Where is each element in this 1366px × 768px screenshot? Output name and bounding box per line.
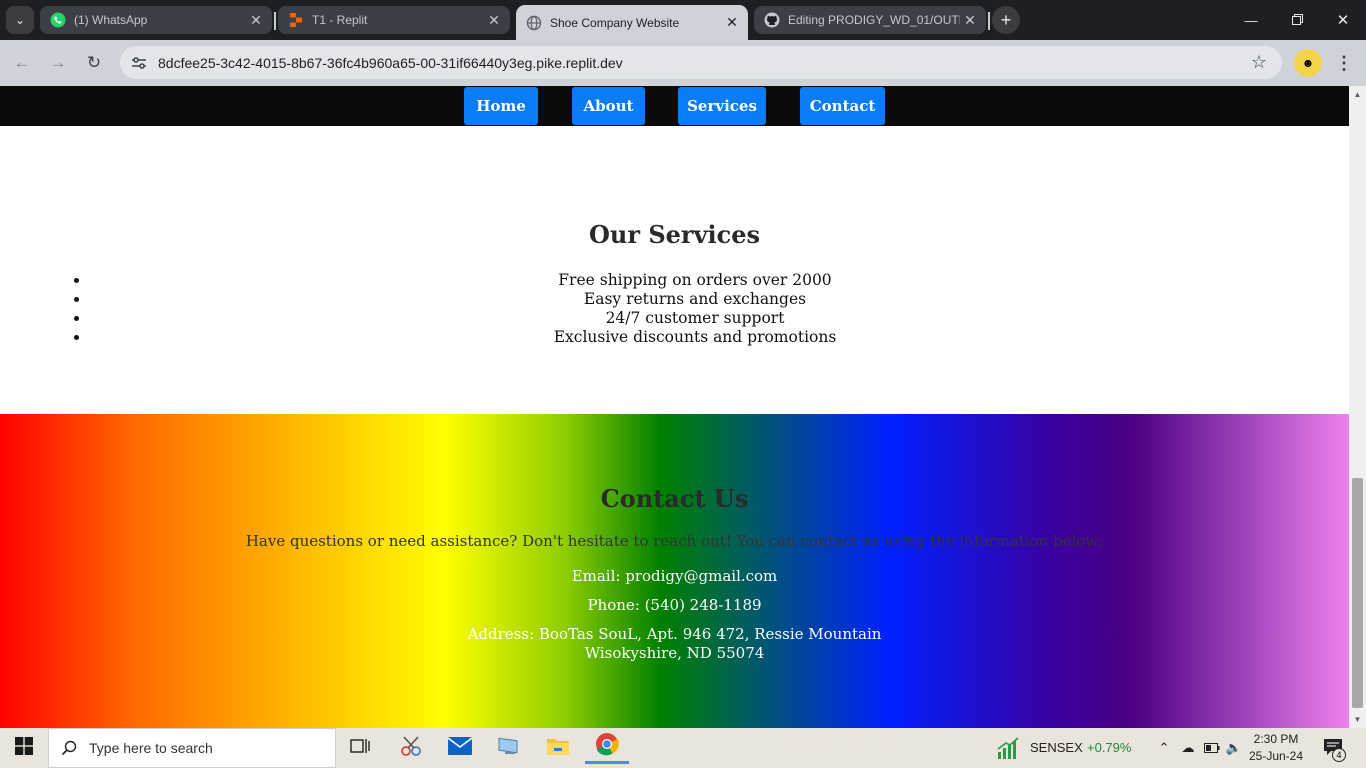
list-item: Exclusive discounts and promotions [90,328,1300,347]
tab-search-button[interactable]: ⌄ [6,6,34,34]
new-tab-button[interactable]: + [992,6,1020,34]
restore-icon [1291,13,1303,28]
plus-icon: + [1000,9,1012,30]
globe-icon [526,15,542,31]
folder-icon [546,736,570,761]
services-heading: Our Services [588,220,761,249]
tab-github[interactable]: Editing PRODIGY_WD_01/OUTP ✕ [754,6,986,34]
tab-title: (1) WhatsApp [74,13,148,27]
tab-separator [274,12,276,30]
notification-center-button[interactable]: 4 [1318,736,1348,762]
more-vertical-icon: ⋮ [1335,52,1353,73]
close-icon: ✕ [1336,12,1350,29]
arrow-right-icon: → [49,53,67,72]
tab-title: T1 - Replit [312,13,368,27]
address-bar[interactable]: 8dcfee25-3c42-4015-8b67-36fc4b960a65-00-… [120,46,1282,79]
browser-toolbar: ← → ↻ 8dcfee25-3c42-4015-8b67-36fc4b960a… [0,40,1366,86]
site-navbar: Home About Services Contact [0,86,1349,126]
clock-date: 25-Jun-24 [1248,749,1304,763]
minimize-icon: — [1244,12,1258,28]
contact-address-line2: Wisokyshire, ND 55074 [584,644,765,662]
reload-icon: ↻ [86,53,102,72]
search-placeholder: Type here to search [89,740,213,756]
reload-button[interactable]: ↻ [79,48,109,78]
sensex-change[interactable]: +0.79% [1087,740,1131,755]
tab-replit[interactable]: T1 - Replit ✕ [278,6,510,34]
page-scrollbar[interactable]: ▲ ▼ [1349,86,1366,728]
mail-icon [447,736,473,760]
tab-separator [988,12,990,30]
whatsapp-icon [50,12,66,28]
system-clock[interactable]: 2:30 PM 25-Jun-24 [1246,731,1306,765]
chevron-down-icon: ⌄ [14,13,26,27]
contact-section: Contact Us Have questions or need assist… [0,414,1349,728]
tab-shoe-company[interactable]: Shoe Company Website ✕ [516,5,748,40]
taskbar-app-mail[interactable] [438,732,482,764]
forward-button[interactable]: → [43,48,73,78]
back-button[interactable]: ← [7,48,37,78]
monitor-icon [497,736,521,761]
avatar-icon: ☻ [1301,56,1315,70]
windows-logo-icon [15,736,33,760]
windows-taskbar: Type here to search SENSEX +0.79% ⌃ ☁ 🔈 … [0,728,1366,768]
contact-address-line1: Address: BooTas SouL, Apt. 946 472, Ress… [467,625,882,643]
browser-tab-strip: ⌄ (1) WhatsApp ✕ T1 - Replit ✕ Shoe Comp… [0,0,1366,40]
chrome-icon [595,732,619,761]
contact-email: Email: prodigy@gmail.com [571,567,778,585]
tab-title: Shoe Company Website [550,15,680,30]
nav-link-services[interactable]: Services [678,87,766,125]
list-item: Free shipping on orders over 2000 [90,271,1300,290]
list-item: Easy returns and exchanges [90,290,1300,309]
volume-icon[interactable]: 🔈 [1224,738,1244,758]
scroll-down-arrow-icon[interactable]: ▼ [1349,711,1366,728]
services-list: Free shipping on orders over 2000 Easy r… [90,271,1300,347]
sensex-label[interactable]: SENSEX [1030,740,1083,755]
close-icon[interactable]: ✕ [722,13,742,33]
browser-menu-button[interactable]: ⋮ [1330,48,1358,78]
stock-chart-icon [997,737,1019,759]
taskbar-app-snipping-tool[interactable] [389,732,433,764]
taskbar-app-chrome[interactable] [585,732,629,764]
onedrive-cloud-icon[interactable]: ☁ [1178,738,1198,758]
site-settings-icon[interactable] [126,50,152,76]
contact-heading: Contact Us [600,484,749,513]
battery-icon[interactable] [1202,738,1222,758]
close-icon[interactable]: ✕ [484,10,504,30]
tab-title: Editing PRODIGY_WD_01/OUTP [788,13,960,27]
close-window-button[interactable]: ✕ [1320,0,1366,40]
taskbar-search-box[interactable]: Type here to search [48,728,336,768]
replit-icon [288,12,304,28]
close-icon[interactable]: ✕ [960,10,980,30]
start-button[interactable] [0,728,48,768]
scroll-up-arrow-icon[interactable]: ▲ [1349,86,1366,103]
close-icon[interactable]: ✕ [246,10,266,30]
clock-time: 2:30 PM [1253,732,1299,746]
list-item: 24/7 customer support [90,309,1300,328]
nav-link-home[interactable]: Home [464,87,538,125]
minimize-button[interactable]: — [1228,0,1274,40]
tab-whatsapp[interactable]: (1) WhatsApp ✕ [40,6,272,34]
taskbar-app-remote-desktop[interactable] [487,732,531,764]
task-view-icon [350,737,370,760]
scrollbar-thumb[interactable] [1352,478,1363,708]
snipping-tool-icon [398,735,424,762]
contact-phone: Phone: (540) 248-1189 [587,596,762,614]
nav-link-about[interactable]: About [572,87,645,125]
notification-count-badge: 4 [1332,748,1346,762]
taskbar-app-file-explorer[interactable] [536,732,580,764]
chevron-up-icon[interactable]: ⌃ [1154,738,1174,758]
restore-button[interactable] [1274,0,1320,40]
github-icon [764,12,780,28]
bookmark-star-icon[interactable]: ☆ [1246,50,1272,76]
page-viewport: Home About Services Contact Our Services… [0,86,1349,728]
task-view-button[interactable] [338,732,382,764]
nav-link-contact[interactable]: Contact [800,87,885,125]
profile-avatar[interactable]: ☻ [1294,49,1322,77]
arrow-left-icon: ← [13,53,31,72]
url-text: 8dcfee25-3c42-4015-8b67-36fc4b960a65-00-… [158,54,623,71]
search-icon [49,740,89,756]
contact-intro-text: Have questions or need assistance? Don't… [245,532,1104,550]
